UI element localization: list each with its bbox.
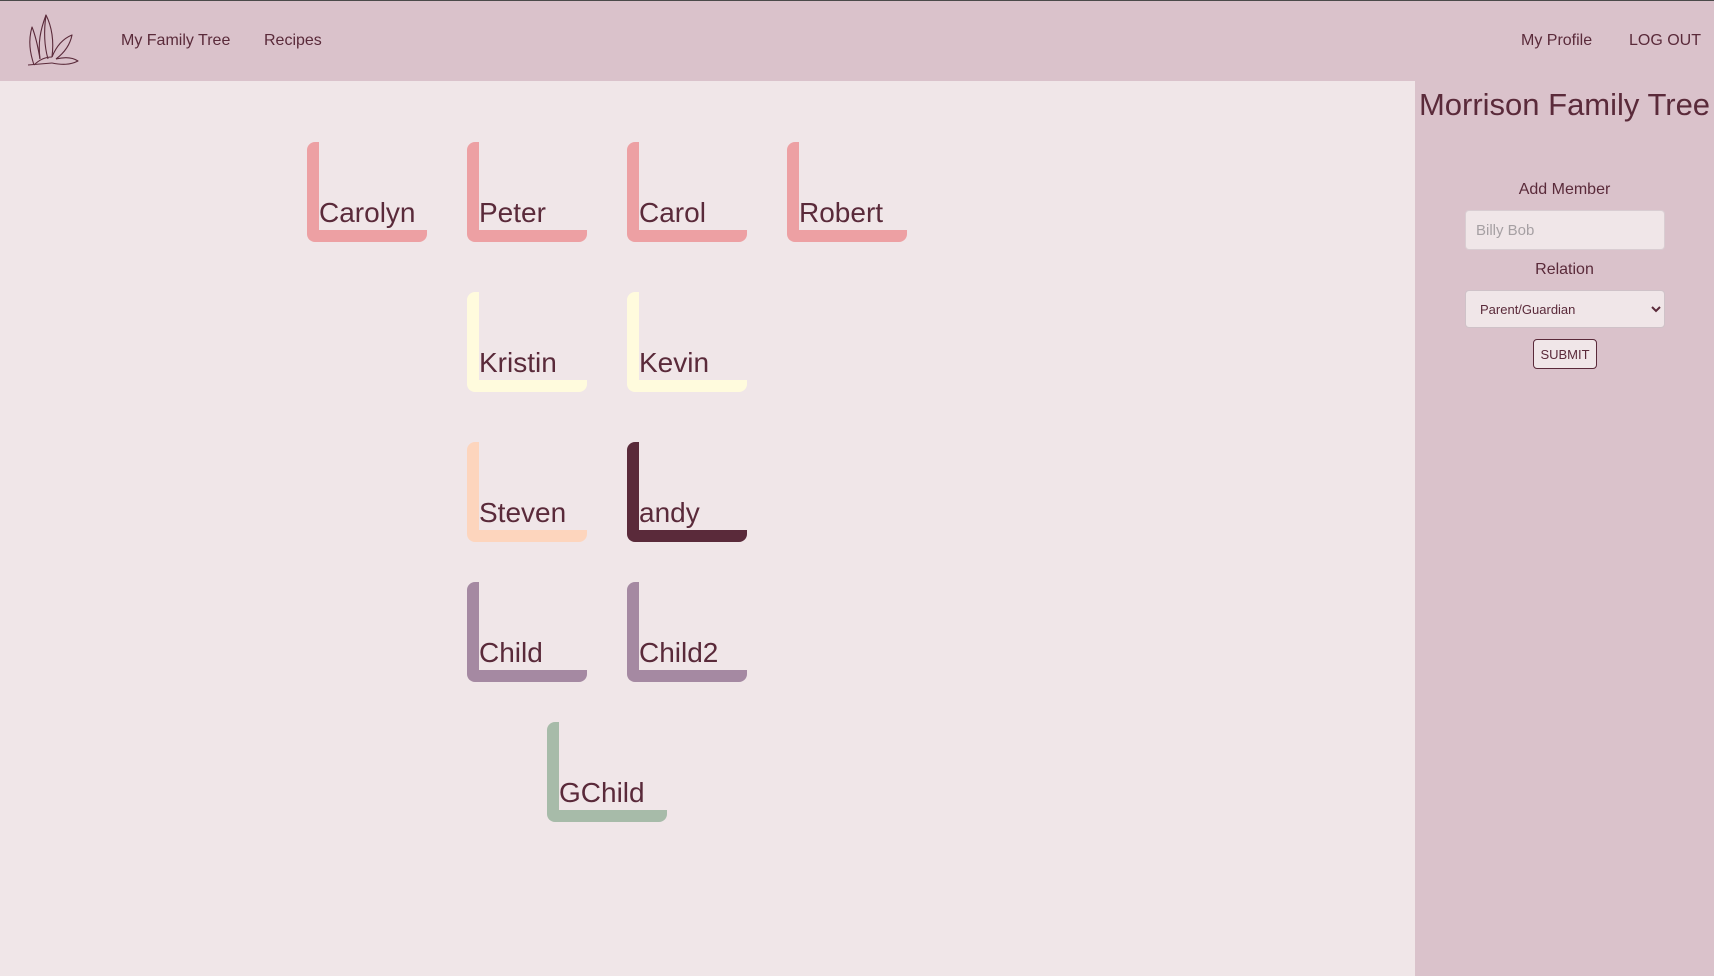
member-name: Kevin (639, 347, 710, 378)
member-name: Peter (479, 197, 546, 228)
family-tree-canvas: Carolyn Peter Carol Robert Kristin Kevin… (0, 81, 1415, 976)
magnolia-logo-icon[interactable] (26, 13, 80, 67)
member-name: Kristin (479, 347, 557, 378)
add-member-sidebar: Morrison Family Tree Add Member Relation… (1415, 81, 1714, 976)
nav-my-profile[interactable]: My Profile (1521, 32, 1592, 50)
member-name: Carolyn (319, 197, 416, 228)
member-card-kristin[interactable]: Kristin (467, 292, 587, 392)
member-card-robert[interactable]: Robert (787, 142, 907, 242)
member-card-child[interactable]: Child (467, 582, 587, 682)
member-name: Robert (799, 197, 884, 228)
member-card-kevin[interactable]: Kevin (627, 292, 747, 392)
member-name: Child (479, 637, 543, 668)
member-card-child2[interactable]: Child2 (627, 582, 747, 682)
relation-select[interactable]: Parent/Guardian (1465, 290, 1665, 328)
member-name: Child2 (639, 637, 719, 668)
member-card-carol[interactable]: Carol (627, 142, 747, 242)
member-card-andy[interactable]: andy (627, 442, 747, 542)
member-card-carolyn[interactable]: Carolyn (307, 142, 427, 242)
member-card-peter[interactable]: Peter (467, 142, 587, 242)
nav-recipes[interactable]: Recipes (264, 32, 322, 50)
member-name: GChild (559, 777, 645, 808)
member-card-gchild[interactable]: GChild (547, 722, 667, 822)
add-member-label: Add Member (1518, 181, 1611, 198)
nav-my-family-tree[interactable]: My Family Tree (121, 32, 230, 50)
relation-label: Relation (1535, 261, 1594, 278)
submit-button[interactable]: SUBMIT (1533, 339, 1597, 369)
member-name: andy (639, 497, 700, 528)
member-name-input[interactable] (1465, 210, 1665, 250)
nav-log-out[interactable]: LOG OUT (1629, 32, 1701, 50)
member-name: Carol (639, 197, 706, 228)
family-tree-title: Morrison Family Tree (1418, 87, 1711, 122)
top-navbar: My Family Tree Recipes My Profile LOG OU… (0, 0, 1714, 81)
member-name: Steven (479, 497, 567, 528)
member-card-steven[interactable]: Steven (467, 442, 587, 542)
